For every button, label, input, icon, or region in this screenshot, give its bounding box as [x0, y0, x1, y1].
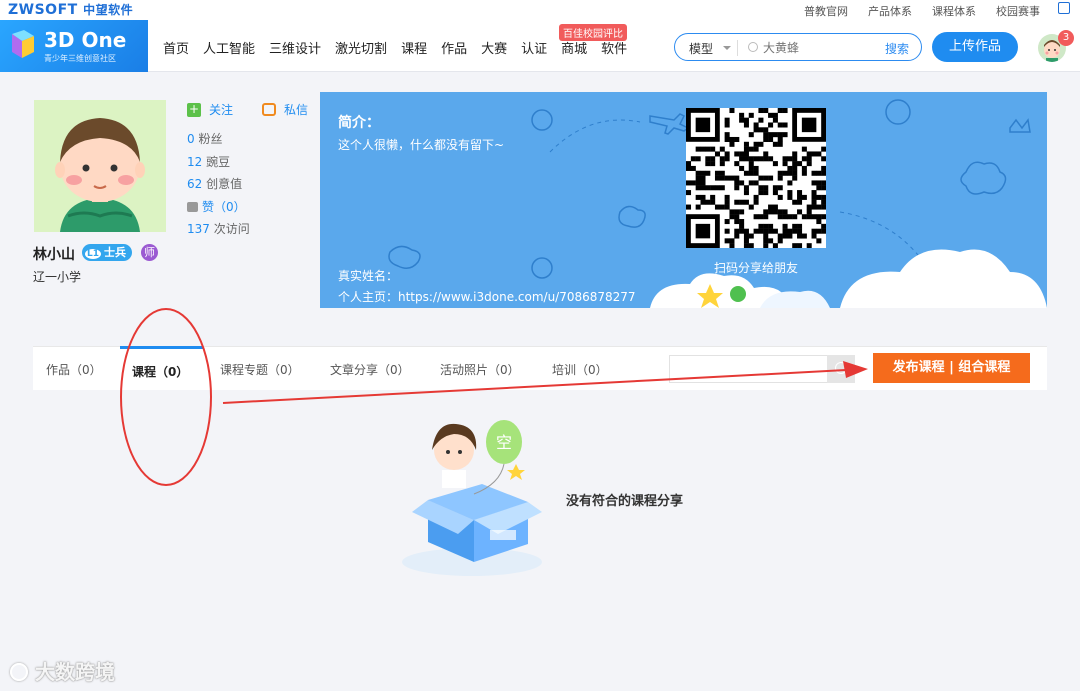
stat-visits-label: 次访问	[213, 222, 250, 236]
search-icon	[748, 42, 758, 52]
stat-fans-num: 0	[187, 132, 195, 146]
profile-username: 林小山	[33, 247, 75, 263]
toplink-contests[interactable]: 校园赛事	[996, 3, 1040, 19]
zwsoft-logo-text: ZWSOFT	[8, 2, 78, 18]
message-icon	[262, 103, 276, 116]
search-button[interactable]: 搜索	[885, 40, 909, 57]
follow-label: 关注	[209, 103, 234, 117]
like-button[interactable]: 赞（0）	[187, 196, 250, 219]
stat-visits: 137 次访问	[187, 218, 250, 241]
tab-works[interactable]: 作品（0）	[46, 361, 102, 378]
stat-peas-label: 豌豆	[206, 154, 231, 169]
message-label: 私信	[284, 103, 309, 117]
toplink-courses[interactable]: 课程体系	[932, 3, 976, 19]
banner-doodles	[388, 99, 1047, 308]
site-header: 3D One 青少年三维创意社区 首页 人工智能 三维设计 激光切割 课程 作品…	[0, 20, 1080, 72]
content-tabs: 作品（0） 课程（0） 课程专题（0） 文章分享（0） 活动照片（0） 培训（0…	[33, 346, 1047, 390]
level-badge: L1 士兵	[82, 244, 132, 261]
tab-course-topics[interactable]: 课程专题（0）	[220, 361, 300, 378]
stat-fans[interactable]: 0 粉丝	[187, 128, 250, 151]
nav-certification[interactable]: 认证	[521, 38, 547, 57]
profile-avatar	[34, 100, 166, 232]
plus-icon: +	[187, 101, 201, 117]
red-circle-annotation	[120, 308, 212, 486]
3done-logo-icon	[12, 30, 34, 58]
stat-visits-num: 137	[187, 222, 210, 236]
notification-badge[interactable]: 3	[1058, 30, 1074, 46]
tab-articles[interactable]: 文章分享（0）	[330, 361, 410, 378]
top-strip: ZWSOFT 中望软件 普教官网 产品体系 课程体系 校园赛事	[0, 0, 1080, 20]
profile-stats: 0 粉丝 12 豌豆 62 创意值 赞（0） 137 次访问	[187, 128, 250, 241]
level-code: L1	[85, 249, 101, 259]
like-count: 赞（0）	[202, 199, 246, 214]
cert-badge: 百佳校园评比	[559, 24, 627, 41]
stat-creativity-num: 62	[187, 177, 203, 191]
search-type-select[interactable]: 模型	[689, 40, 713, 57]
search-divider	[737, 40, 738, 56]
intro-title: 简介：	[338, 115, 380, 131]
tab-activity-photos[interactable]: 活动照片（0）	[440, 361, 520, 378]
stat-peas: 12 豌豆	[187, 151, 250, 174]
teacher-badge: 师	[141, 244, 158, 261]
stat-creativity-label: 创意值	[206, 177, 243, 191]
upload-work-button[interactable]: 上传作品	[932, 32, 1018, 62]
nav-courses[interactable]: 课程	[401, 38, 427, 57]
toplink-products[interactable]: 产品体系	[868, 3, 912, 19]
thumbs-up-icon	[187, 201, 198, 212]
stat-peas-num: 12	[187, 154, 203, 169]
search-box: 模型 搜索	[674, 33, 922, 61]
qr-caption: 扫码分享给朋友	[713, 261, 798, 275]
brand-logo[interactable]: 3D One 青少年三维创意社区	[0, 20, 148, 72]
nav-contests[interactable]: 大赛	[481, 38, 507, 57]
search-input[interactable]	[763, 39, 873, 57]
expand-icon[interactable]	[1058, 2, 1070, 14]
empty-box-girl-icon: 空	[402, 420, 542, 576]
nav-home[interactable]: 首页	[163, 38, 189, 57]
balloon-char: 空	[496, 433, 512, 452]
zwsoft-logo-cn: 中望软件	[83, 3, 134, 17]
watermark: 大数跨境	[10, 656, 115, 685]
intro-text: 这个人很懒，什么都没有留下~	[338, 138, 505, 152]
boy-avatar-icon	[34, 100, 166, 232]
profile-school: 辽一小学	[33, 270, 82, 284]
message-button[interactable]: 私信	[262, 101, 308, 118]
qr-code	[686, 108, 827, 249]
tab-search-icon[interactable]	[827, 355, 855, 383]
publish-course-button[interactable]: 发布课程 | 组合课程	[873, 353, 1030, 383]
brand-subtitle: 青少年三维创意社区	[44, 54, 116, 63]
nav-ai[interactable]: 人工智能	[203, 38, 255, 57]
chevron-down-icon[interactable]	[723, 46, 731, 50]
active-tab-indicator	[120, 346, 203, 349]
homepage-link[interactable]: 个人主页：https://www.i3done.com/u/7086878277	[338, 288, 636, 305]
tab-training[interactable]: 培训（0）	[552, 361, 608, 378]
tab-courses[interactable]: 课程（0）	[132, 363, 188, 380]
qr-code-icon	[686, 108, 827, 249]
level-label: 士兵	[104, 246, 126, 259]
realname-label: 真实姓名：	[338, 269, 399, 283]
follow-button[interactable]: + 关注	[187, 101, 233, 118]
stat-creativity: 62 创意值	[187, 173, 250, 196]
zwsoft-logo[interactable]: ZWSOFT 中望软件	[8, 1, 133, 18]
toplink-k12[interactable]: 普教官网	[804, 3, 848, 19]
stat-fans-label: 粉丝	[198, 132, 223, 146]
nav-laser-cutting[interactable]: 激光切割	[335, 38, 387, 57]
brand-title: 3D One	[44, 28, 127, 52]
nav-3d-design[interactable]: 三维设计	[269, 38, 321, 57]
profile-banner: 简介： 这个人很懒，什么都没有留下~ 真实姓名： 个人主页：https://ww…	[320, 92, 1047, 308]
top-links: 普教官网 产品体系 课程体系 校园赛事	[804, 3, 1040, 19]
nav-works[interactable]: 作品	[441, 38, 467, 57]
watermark-logo-icon	[10, 663, 28, 681]
empty-illustration: 空	[392, 412, 552, 582]
watermark-text: 大数跨境	[34, 660, 115, 684]
empty-message: 没有符合的课程分享	[566, 494, 684, 509]
